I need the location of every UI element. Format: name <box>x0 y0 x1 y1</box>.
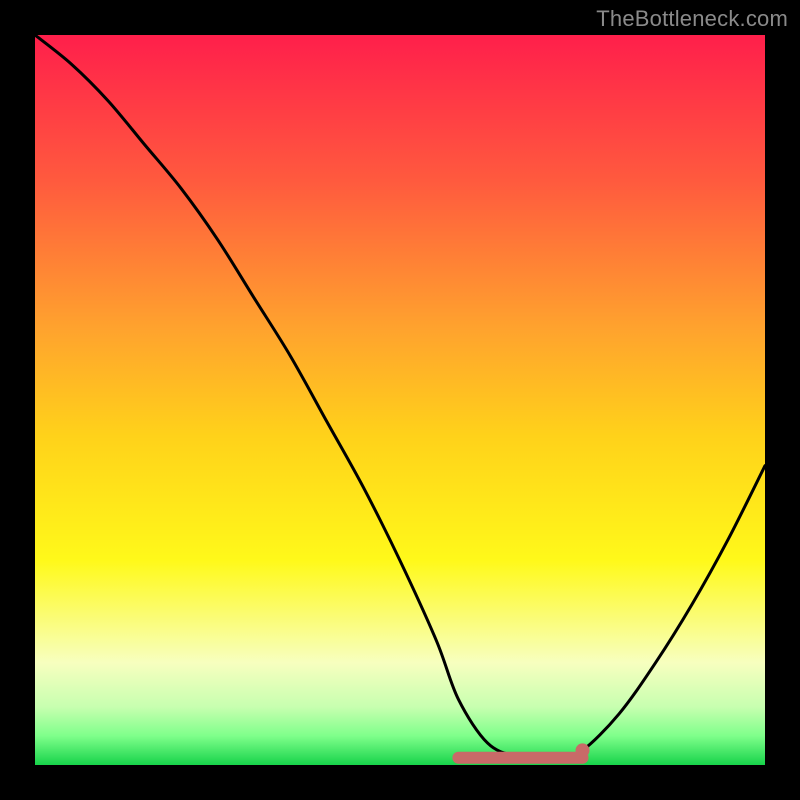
plot-area <box>35 35 765 765</box>
optimal-point-marker <box>576 743 590 757</box>
chart-frame: TheBottleneck.com <box>0 0 800 800</box>
curve-layer <box>35 35 765 765</box>
bottleneck-curve <box>35 35 765 758</box>
watermark-text: TheBottleneck.com <box>596 6 788 32</box>
